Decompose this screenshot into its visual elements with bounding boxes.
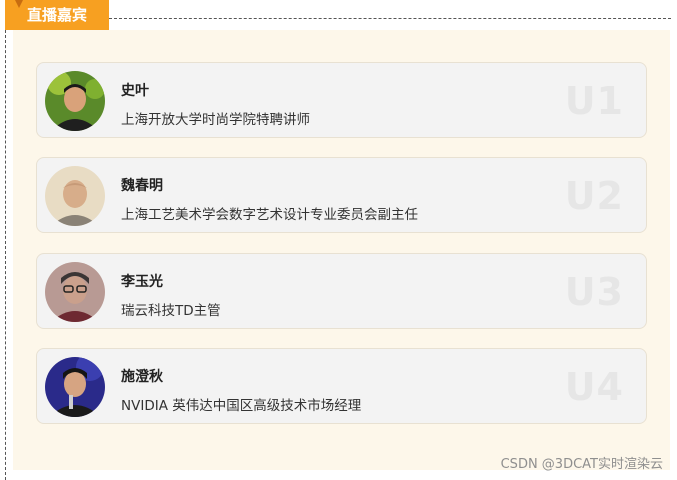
guest-name: 施澄秋 [121, 369, 163, 385]
guest-avatar-3 [45, 262, 105, 322]
section-border [5, 30, 6, 480]
section-title: 直播嘉宾 [26, 6, 87, 24]
guest-index-label: U3 [564, 270, 624, 314]
guest-title: 上海开放大学时尚学院特聘讲师 [121, 112, 310, 128]
guest-title: 上海工艺美术学会数字艺术设计专业委员会副主任 [121, 207, 418, 223]
section-title-tab: 直播嘉宾 [5, 0, 109, 30]
guest-card-3: 李玉光 瑞云科技TD主管 U3 [36, 253, 647, 329]
guest-name: 史叶 [121, 83, 149, 99]
guest-title: NVIDIA 英伟达中国区高级技术市场经理 [121, 398, 362, 414]
guest-card-4: 施澄秋 NVIDIA 英伟达中国区高级技术市场经理 U4 [36, 348, 647, 424]
guest-card-1: 史叶 上海开放大学时尚学院特聘讲师 U1 [36, 62, 647, 138]
guest-avatar-4 [45, 357, 105, 417]
guest-name: 魏春明 [121, 178, 163, 194]
guest-index-label: U2 [564, 174, 624, 218]
section-divider [109, 18, 671, 19]
guest-title: 瑞云科技TD主管 [121, 303, 221, 319]
watermark: CSDN @3DCAT实时渲染云 [500, 457, 663, 472]
tab-notch-icon [14, 0, 24, 8]
guest-index-label: U1 [564, 79, 624, 123]
guest-card-2: 魏春明 上海工艺美术学会数字艺术设计专业委员会副主任 U2 [36, 157, 647, 233]
guest-avatar-2 [45, 166, 105, 226]
guest-avatar-1 [45, 71, 105, 131]
guest-index-label: U4 [564, 365, 624, 409]
guest-name: 李玉光 [121, 274, 163, 290]
